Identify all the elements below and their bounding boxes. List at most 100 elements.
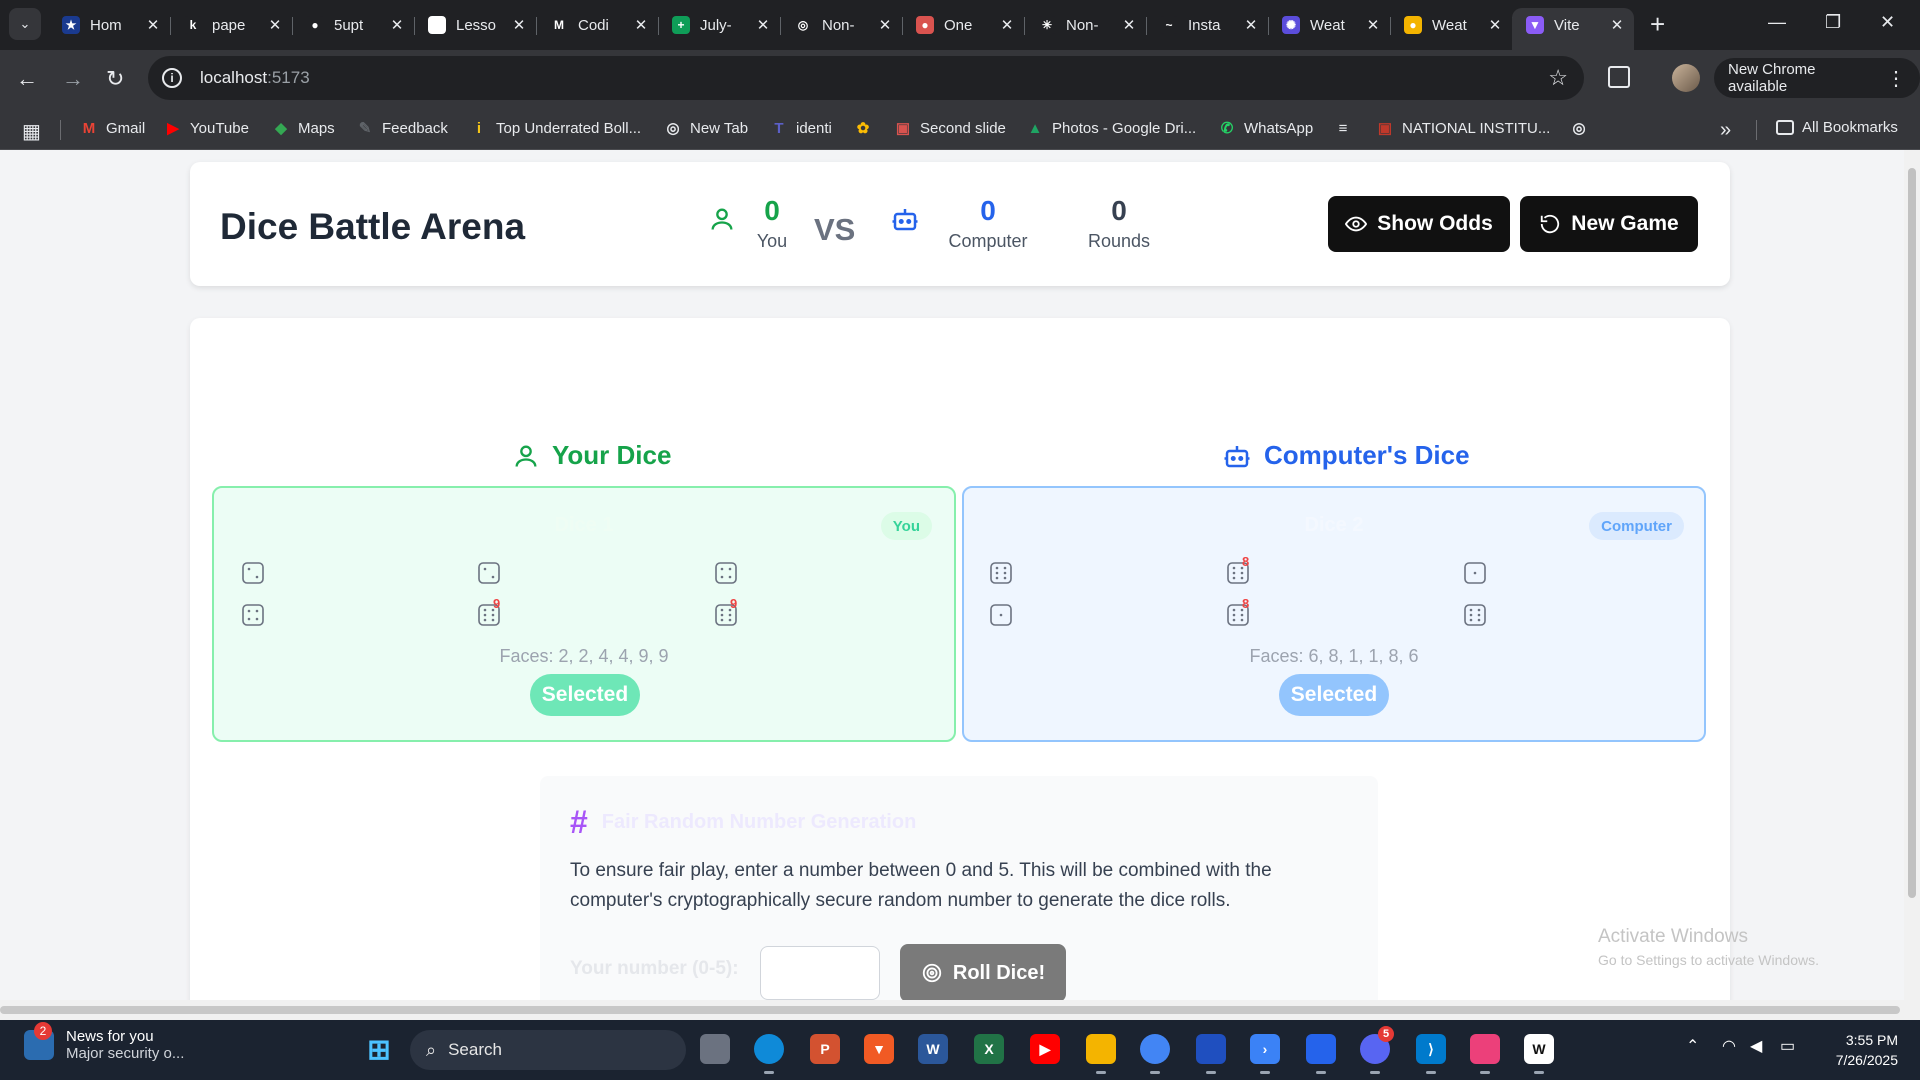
browser-tab[interactable]: ✺ Weat ✕ <box>1268 8 1391 42</box>
browser-tab[interactable]: ● Weat ✕ <box>1390 8 1513 42</box>
bookmark-item[interactable]: ▣ Second slide <box>894 119 1006 138</box>
horizontal-scrollbar[interactable] <box>0 1000 1920 1020</box>
die-face-icon: 8 <box>1227 554 1249 584</box>
bookmark-item[interactable]: ▲ Photos - Google Dri... <box>1026 119 1197 137</box>
bookmark-item[interactable]: ✎ Feedback <box>356 119 448 138</box>
bookmark-item[interactable]: ◎ New Tab <box>664 119 749 138</box>
site-info-icon[interactable]: i <box>162 68 182 88</box>
apps-grid-icon[interactable]: ▦ <box>22 119 41 144</box>
update-chrome-button[interactable]: New Chrome available ⋮ <box>1714 58 1920 98</box>
more-bookmarks-chevron-icon[interactable]: » <box>1720 119 1731 142</box>
computer-dice-panel[interactable]: Dice 2 Computer 88 Faces: 6, 8, 1, 1, 8,… <box>962 486 1706 742</box>
bookmark-item[interactable]: ✆ WhatsApp <box>1218 119 1314 138</box>
close-tab-icon[interactable]: ✕ <box>386 16 408 34</box>
kebab-menu-icon[interactable]: ⋮ <box>1886 66 1906 91</box>
close-tab-icon[interactable]: ✕ <box>752 16 774 34</box>
close-tab-icon[interactable]: ✕ <box>1240 16 1262 34</box>
close-tab-icon[interactable]: ✕ <box>630 16 652 34</box>
close-tab-icon[interactable]: ✕ <box>874 16 896 34</box>
chrome-icon[interactable] <box>1140 1034 1170 1074</box>
wifi-icon[interactable]: ◠ <box>1722 1036 1736 1056</box>
all-bookmarks-button[interactable]: All Bookmarks <box>1776 119 1898 136</box>
profile-avatar[interactable] <box>1672 64 1700 92</box>
minimize-icon[interactable]: — <box>1768 12 1786 33</box>
selected-button[interactable]: Selected <box>1279 674 1389 716</box>
browser-tab[interactable]: ● One ✕ <box>902 8 1025 42</box>
close-tab-icon[interactable]: ✕ <box>264 16 286 34</box>
browser-tab[interactable]: ✳ Non- ✕ <box>1024 8 1147 42</box>
back-arrow-icon[interactable]: ← <box>16 66 38 92</box>
browser-tab[interactable]: k pape ✕ <box>170 8 293 42</box>
player-section-title: Your Dice <box>552 440 672 470</box>
windows-start-icon[interactable]: ⊞ <box>364 1034 394 1065</box>
close-tab-icon[interactable]: ✕ <box>1484 16 1506 34</box>
tab-search-chevron-icon[interactable]: ⌄ <box>9 8 41 40</box>
reload-icon[interactable]: ↻ <box>106 66 124 92</box>
close-tab-icon[interactable]: ✕ <box>1606 16 1628 34</box>
close-tab-icon[interactable]: ✕ <box>1118 16 1140 34</box>
powerpoint-icon[interactable]: P <box>810 1034 840 1064</box>
bookmark-item[interactable]: M Gmail <box>80 119 145 137</box>
notion-icon[interactable]: W <box>1524 1034 1554 1074</box>
vscode-icon[interactable]: ⟩ <box>1416 1034 1446 1074</box>
address-bar[interactable]: i localhost:5173 ☆ <box>148 56 1584 100</box>
edge-icon[interactable] <box>754 1034 784 1074</box>
show-odds-button[interactable]: Show Odds <box>1328 196 1510 252</box>
browser-tab[interactable]: ◎ Non- ✕ <box>780 8 903 42</box>
close-tab-icon[interactable]: ✕ <box>508 16 530 34</box>
close-tab-icon[interactable]: ✕ <box>1362 16 1384 34</box>
roll-dice-button[interactable]: Roll Dice! <box>900 944 1066 1000</box>
restore-icon[interactable]: ❐ <box>1825 12 1841 33</box>
app-icon[interactable] <box>1196 1034 1226 1074</box>
tab-title: 5upt <box>334 16 364 34</box>
bookmark-item[interactable]: ◎ <box>1570 119 1596 137</box>
vertical-scrollbar[interactable] <box>1904 150 1920 1000</box>
excel-icon[interactable]: X <box>974 1034 1004 1064</box>
player-dice-panel[interactable]: Dice 1 You 9 9 Faces: 2, 2, 4, 4, 9, 9 Se… <box>212 486 956 742</box>
bookmark-item[interactable]: i Top Underrated Boll... <box>470 119 641 137</box>
browser-tab[interactable]: 0 Lesso ✕ <box>414 8 537 42</box>
bookmark-item[interactable]: ≡ <box>1334 119 1360 137</box>
youtube-icon[interactable]: ▶ <box>1030 1034 1060 1064</box>
bookmark-item[interactable]: ▣ NATIONAL INSTITU... <box>1376 119 1550 138</box>
browser-tab[interactable]: ~ Insta ✕ <box>1146 8 1269 42</box>
new-tab-plus-icon[interactable]: + <box>1650 10 1665 38</box>
system-clock[interactable]: 3:55 PM 7/26/2025 <box>1820 1030 1898 1070</box>
browser-tab[interactable]: + July- ✕ <box>658 8 781 42</box>
browser-tab-active[interactable]: ▼ Vite ✕ <box>1512 8 1634 50</box>
battery-icon[interactable]: ▭ <box>1780 1036 1795 1056</box>
news-widget[interactable]: 2 News for you Major security o... <box>24 1022 184 1062</box>
forward-arrow-icon[interactable]: → <box>62 66 84 92</box>
task-view-icon[interactable] <box>700 1034 730 1064</box>
powershell-icon[interactable]: › <box>1250 1034 1280 1074</box>
bookmark-item[interactable]: Tidenti <box>770 119 831 137</box>
copilot-icon[interactable] <box>1470 1034 1500 1074</box>
word-icon[interactable]: W <box>918 1034 948 1064</box>
brave-icon[interactable]: ▼ <box>864 1034 894 1064</box>
bookmark-star-icon[interactable]: ☆ <box>1548 65 1568 91</box>
discord-icon[interactable]: 5 <box>1360 1026 1394 1074</box>
close-tab-icon[interactable]: ✕ <box>142 16 164 34</box>
browser-tab[interactable]: ● 5upt ✕ <box>292 8 415 42</box>
taskbar-search[interactable]: ⌕ Search <box>410 1030 686 1070</box>
browser-tab[interactable]: M Codi ✕ <box>536 8 659 42</box>
bookmark-item[interactable]: ✿ <box>854 119 880 137</box>
close-window-icon[interactable]: ✕ <box>1880 12 1895 33</box>
number-input[interactable] <box>760 946 880 1000</box>
app-icon[interactable] <box>1306 1034 1336 1074</box>
extensions-icon[interactable] <box>1608 66 1630 88</box>
player-score-value: 0 <box>764 195 780 226</box>
scrollbar-thumb[interactable] <box>0 1006 1900 1014</box>
volume-icon[interactable]: ◀ <box>1750 1036 1762 1056</box>
tab-favicon-icon: ✺ <box>1282 16 1300 34</box>
tray-chevron-icon[interactable]: ⌃ <box>1686 1036 1699 1056</box>
bookmark-item[interactable]: ◆ Maps <box>272 119 334 138</box>
selected-button[interactable]: Selected <box>530 674 640 716</box>
browser-tab[interactable]: ★ Hom ✕ <box>48 8 171 42</box>
file-explorer-icon[interactable] <box>1086 1034 1116 1074</box>
scrollbar-thumb[interactable] <box>1908 168 1916 898</box>
new-game-button[interactable]: New Game <box>1520 196 1698 252</box>
bookmark-item[interactable]: ▶ YouTube <box>164 119 249 138</box>
bookmark-label: New Tab <box>690 119 749 137</box>
close-tab-icon[interactable]: ✕ <box>996 16 1018 34</box>
